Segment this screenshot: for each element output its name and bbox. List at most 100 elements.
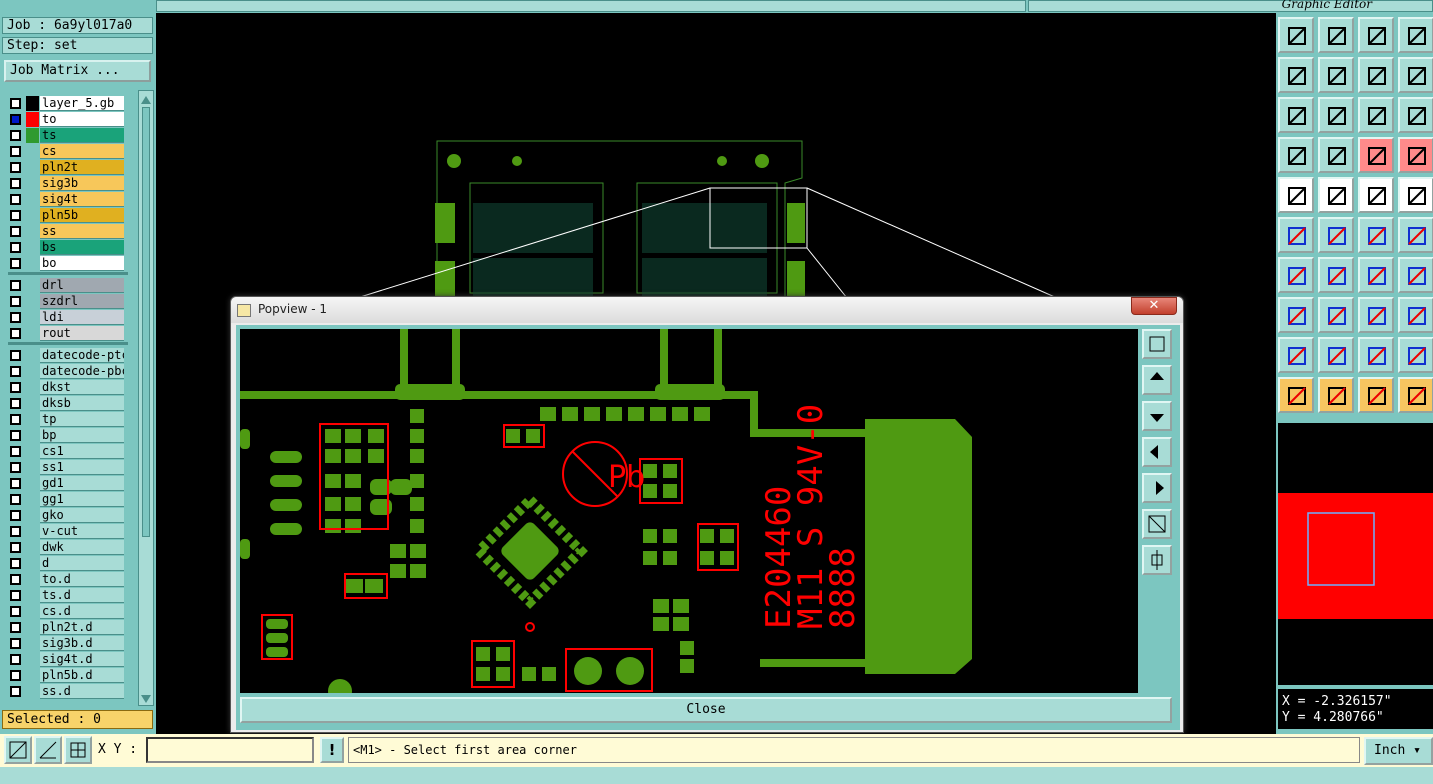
layer-visibility-checkbox[interactable] <box>10 382 21 393</box>
layer-visibility-checkbox[interactable] <box>10 366 21 377</box>
layer-row-pln2t[interactable]: pln2t <box>4 159 125 175</box>
popview-zoom-out-button[interactable] <box>1142 545 1172 575</box>
layer-visibility-checkbox[interactable] <box>10 98 21 109</box>
mirror-view-button[interactable] <box>1398 57 1433 93</box>
layer-scrollbar[interactable] <box>138 90 154 706</box>
layer-visibility-checkbox[interactable] <box>10 686 21 697</box>
select-arrow-button[interactable] <box>1278 377 1314 413</box>
snap-point-button[interactable] <box>1398 177 1433 213</box>
scroll-up-icon[interactable] <box>139 94 153 106</box>
popview-titlebar[interactable]: Popview - 1 <box>231 297 1183 323</box>
layer-visibility-checkbox[interactable] <box>10 226 21 237</box>
draw-line-button[interactable] <box>1318 177 1354 213</box>
layer-visibility-checkbox[interactable] <box>10 162 21 173</box>
units-selector[interactable]: Inch ▾ <box>1364 737 1433 765</box>
layer-visibility-checkbox[interactable] <box>10 242 21 253</box>
layer-visibility-checkbox[interactable] <box>10 638 21 649</box>
popview-pan-down-button[interactable] <box>1142 401 1172 431</box>
layer-row-ldi[interactable]: ldi <box>4 309 125 325</box>
probe-button[interactable] <box>1318 137 1354 173</box>
layer-row-gg1[interactable]: gg1 <box>4 491 125 507</box>
scroll-thumb[interactable] <box>142 107 150 537</box>
layer-visibility-checkbox[interactable] <box>10 328 21 339</box>
measure-icon[interactable] <box>34 736 62 764</box>
layer-row-d[interactable]: d <box>4 555 125 571</box>
angle-measure-button[interactable] <box>1278 257 1314 293</box>
ruler-button[interactable] <box>1358 177 1394 213</box>
layer-row-bo[interactable]: bo <box>4 255 125 271</box>
layer-visibility-checkbox[interactable] <box>10 606 21 617</box>
layer-visibility-checkbox[interactable] <box>10 510 21 521</box>
layer-visibility-checkbox[interactable] <box>10 654 21 665</box>
triangle-tool-button[interactable] <box>1278 337 1314 373</box>
layer-row-pln5b-d[interactable]: pln5b.d <box>4 667 125 683</box>
select-chain-button[interactable] <box>1398 377 1433 413</box>
layer-visibility-checkbox[interactable] <box>10 542 21 553</box>
layer-visibility-checkbox[interactable] <box>10 446 21 457</box>
layer-visibility-checkbox[interactable] <box>10 494 21 505</box>
scroll-down-icon[interactable] <box>139 693 153 705</box>
layer-row-v-cut[interactable]: v-cut <box>4 523 125 539</box>
select-component-button[interactable] <box>1278 297 1314 333</box>
layer-row-sig4t[interactable]: sig4t <box>4 191 125 207</box>
xy-input[interactable] <box>146 737 314 763</box>
pan-left-button[interactable] <box>1278 57 1314 93</box>
line-edit-button[interactable] <box>1318 257 1354 293</box>
layer-row-tp[interactable]: tp <box>4 411 125 427</box>
move-feature-button[interactable] <box>1358 217 1394 253</box>
layer-row-cs-d[interactable]: cs.d <box>4 603 125 619</box>
popview-pan-right-button[interactable] <box>1142 473 1172 503</box>
layer-row-cs[interactable]: cs <box>4 143 125 159</box>
mirror-feature-button[interactable] <box>1398 257 1433 293</box>
resize-box-button[interactable] <box>1358 297 1394 333</box>
layer-visibility-checkbox[interactable] <box>10 280 21 291</box>
popview-canvas[interactable]: Pb E204460 M11 S 94V-0 8888 <box>240 329 1138 693</box>
layer-row-bp[interactable]: bp <box>4 427 125 443</box>
layer-visibility-checkbox[interactable] <box>10 114 21 125</box>
layer-row-bs[interactable]: bs <box>4 239 125 255</box>
rotate-button[interactable] <box>1358 257 1394 293</box>
triangle-plus-button[interactable] <box>1398 337 1433 373</box>
layer-visibility-checkbox[interactable] <box>10 670 21 681</box>
triangle-mark-button[interactable] <box>1358 337 1394 373</box>
layer-row-ss1[interactable]: ss1 <box>4 459 125 475</box>
netlist-red-button[interactable] <box>1358 137 1394 173</box>
layer-visibility-checkbox[interactable] <box>10 194 21 205</box>
connect-nodes-button[interactable] <box>1278 217 1314 253</box>
layer-row-rout[interactable]: rout <box>4 325 125 341</box>
layer-row-ss-d[interactable]: ss.d <box>4 683 125 699</box>
zoom-center-button[interactable] <box>1318 97 1354 133</box>
copy-feature-button[interactable] <box>1398 217 1433 253</box>
layer-visibility-checkbox[interactable] <box>10 622 21 633</box>
window-layout-button[interactable] <box>1398 17 1433 53</box>
layer-row-ss[interactable]: ss <box>4 223 125 239</box>
layer-visibility-checkbox[interactable] <box>10 350 21 361</box>
layer-visibility-checkbox[interactable] <box>10 478 21 489</box>
popview-pan-up-button[interactable] <box>1142 365 1172 395</box>
layer-row-dksb[interactable]: dksb <box>4 395 125 411</box>
layer-visibility-checkbox[interactable] <box>10 590 21 601</box>
layer-visibility-checkbox[interactable] <box>10 178 21 189</box>
layer-row-cs1[interactable]: cs1 <box>4 443 125 459</box>
popview-close-button[interactable]: Close <box>240 697 1172 723</box>
zoom-home-button[interactable] <box>1278 17 1314 53</box>
grid-icon[interactable] <box>64 736 92 764</box>
layer-row-gko[interactable]: gko <box>4 507 125 523</box>
layer-row-dkst[interactable]: dkst <box>4 379 125 395</box>
layer-row-szdrl[interactable]: szdrl <box>4 293 125 309</box>
layer-visibility-checkbox[interactable] <box>10 296 21 307</box>
select-box-button[interactable] <box>1318 377 1354 413</box>
window-close-button[interactable]: ✕ <box>1131 297 1177 315</box>
split-line-button[interactable] <box>1318 297 1354 333</box>
layer-visibility-checkbox[interactable] <box>10 414 21 425</box>
triangle-up-button[interactable] <box>1318 337 1354 373</box>
netlist-red-2-button[interactable] <box>1398 137 1433 173</box>
rotate-view-button[interactable] <box>1358 57 1394 93</box>
popview-zoom-fit-button[interactable] <box>1142 329 1172 359</box>
cluster-button[interactable] <box>1398 297 1433 333</box>
layer-visibility-checkbox[interactable] <box>10 462 21 473</box>
layer-row-sig4t-d[interactable]: sig4t.d <box>4 651 125 667</box>
tool-settings-button[interactable] <box>1278 137 1314 173</box>
house-button[interactable] <box>1358 17 1394 53</box>
zoom-save-button[interactable] <box>1318 17 1354 53</box>
